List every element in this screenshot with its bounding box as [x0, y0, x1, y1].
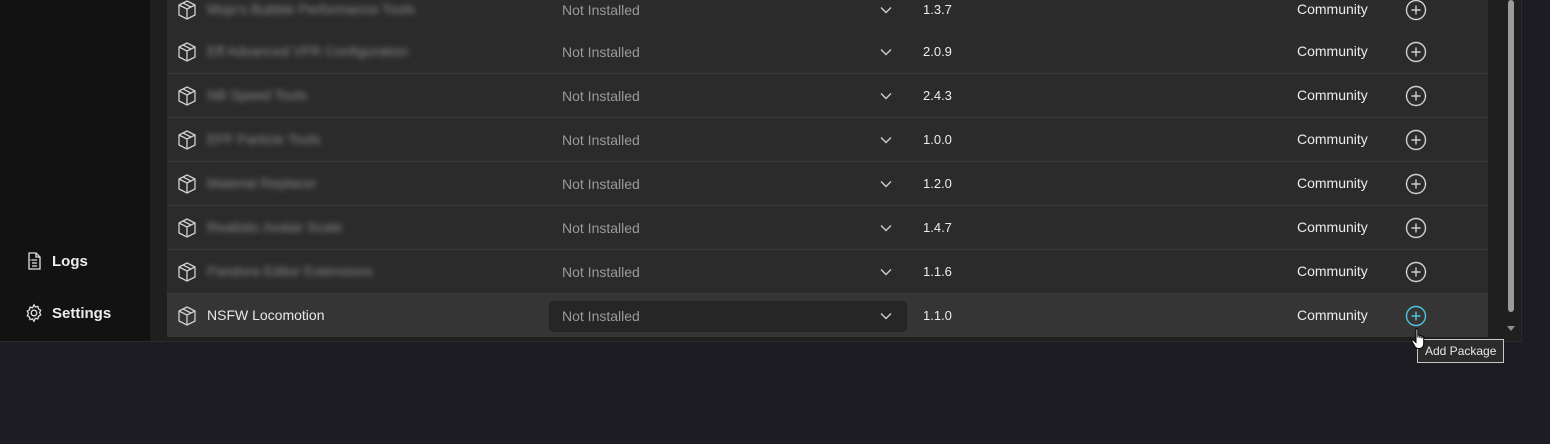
package-box-icon [178, 262, 196, 282]
package-source: Community [1297, 131, 1368, 147]
package-source: Community [1297, 263, 1368, 279]
scrollbar[interactable] [1506, 0, 1518, 341]
add-package-button[interactable] [1405, 173, 1427, 195]
install-status: Not Installed [562, 308, 640, 324]
package-box-icon [178, 86, 196, 106]
version-select[interactable]: Not Installed [549, 125, 907, 156]
version-select[interactable]: Not Installed [549, 301, 907, 332]
package-row[interactable]: EFF Particle Tools Not Installed 1.0.0 C… [167, 118, 1488, 162]
scroll-thumb[interactable] [1508, 0, 1514, 312]
package-name: Eff Advanced VFR Configuration [207, 43, 409, 59]
package-version: 1.1.0 [923, 308, 952, 323]
chevron-down-icon [880, 181, 892, 188]
package-row[interactable]: Mojo's Bubble Performance Tools Not Inst… [167, 0, 1488, 32]
install-status: Not Installed [562, 88, 640, 104]
chevron-down-icon [880, 7, 892, 14]
scroll-down-arrow[interactable] [1507, 326, 1515, 331]
package-box-icon [178, 218, 196, 238]
chevron-down-icon [880, 313, 892, 320]
chevron-down-icon [880, 269, 892, 276]
package-source: Community [1297, 43, 1368, 59]
package-name: Realistic Avatar Scale [207, 219, 343, 235]
package-version: 1.1.6 [923, 264, 952, 279]
package-version: 1.0.0 [923, 132, 952, 147]
package-box-icon [178, 174, 196, 194]
package-row[interactable]: Pandora Editor Extensions Not Installed … [167, 250, 1488, 294]
app-window: Logs Settings Mojo's Bubble Performance … [0, 0, 1522, 342]
chevron-down-icon [880, 49, 892, 56]
version-select[interactable]: Not Installed [549, 37, 907, 68]
sidebar: Logs Settings [0, 0, 150, 341]
package-list: Mojo's Bubble Performance Tools Not Inst… [150, 0, 1521, 341]
chevron-down-icon [880, 137, 892, 144]
package-row[interactable]: NSFW Locomotion Not Installed 1.1.0 Comm… [167, 294, 1488, 337]
package-source: Community [1297, 175, 1368, 191]
install-status: Not Installed [562, 176, 640, 192]
version-select[interactable]: Not Installed [549, 213, 907, 244]
add-package-button[interactable] [1405, 217, 1427, 239]
add-package-tooltip: Add Package [1417, 339, 1505, 363]
version-select[interactable]: Not Installed [549, 81, 907, 112]
chevron-down-icon [880, 93, 892, 100]
package-name: NB Speed Tools [207, 87, 308, 103]
add-package-button[interactable] [1405, 85, 1427, 107]
sidebar-item-logs[interactable]: Logs [24, 248, 88, 274]
package-version: 1.3.7 [923, 2, 952, 17]
package-source: Community [1297, 1, 1368, 17]
install-status: Not Installed [562, 220, 640, 236]
version-select[interactable]: Not Installed [549, 257, 907, 288]
sidebar-item-settings[interactable]: Settings [24, 300, 111, 326]
package-version: 2.4.3 [923, 88, 952, 103]
package-name: Mojo's Bubble Performance Tools [207, 1, 415, 17]
hand-cursor-icon [1411, 328, 1425, 349]
package-box-icon [178, 42, 196, 62]
install-status: Not Installed [562, 264, 640, 280]
package-box-icon [178, 306, 196, 326]
package-row[interactable]: Material Replacer Not Installed 1.2.0 Co… [167, 162, 1488, 206]
add-package-button[interactable] [1405, 41, 1427, 63]
package-name: NSFW Locomotion [207, 307, 325, 323]
install-status: Not Installed [562, 132, 640, 148]
version-select[interactable]: Not Installed [549, 169, 907, 200]
version-select[interactable]: Not Installed [549, 0, 907, 26]
package-box-icon [178, 0, 196, 20]
package-row[interactable]: Realistic Avatar Scale Not Installed 1.4… [167, 206, 1488, 250]
add-package-button[interactable] [1405, 0, 1427, 21]
document-icon [28, 252, 41, 270]
package-row[interactable]: NB Speed Tools Not Installed 2.4.3 Commu… [167, 74, 1488, 118]
install-status: Not Installed [562, 2, 640, 18]
sidebar-item-label: Logs [52, 252, 88, 270]
install-status: Not Installed [562, 44, 640, 60]
package-source: Community [1297, 307, 1368, 323]
gear-icon [26, 303, 42, 323]
package-source: Community [1297, 219, 1368, 235]
package-version: 1.4.7 [923, 220, 952, 235]
package-name: Pandora Editor Extensions [207, 263, 373, 279]
package-name: EFF Particle Tools [207, 131, 321, 147]
add-package-button[interactable] [1405, 305, 1427, 327]
package-row[interactable]: Eff Advanced VFR Configuration Not Insta… [167, 30, 1488, 74]
package-version: 1.2.0 [923, 176, 952, 191]
add-package-button[interactable] [1405, 129, 1427, 151]
sidebar-item-label: Settings [52, 304, 112, 322]
package-source: Community [1297, 87, 1368, 103]
package-version: 2.0.9 [923, 44, 952, 59]
chevron-down-icon [880, 225, 892, 232]
package-name: Material Replacer [207, 175, 317, 191]
package-box-icon [178, 130, 196, 150]
add-package-button[interactable] [1405, 261, 1427, 283]
